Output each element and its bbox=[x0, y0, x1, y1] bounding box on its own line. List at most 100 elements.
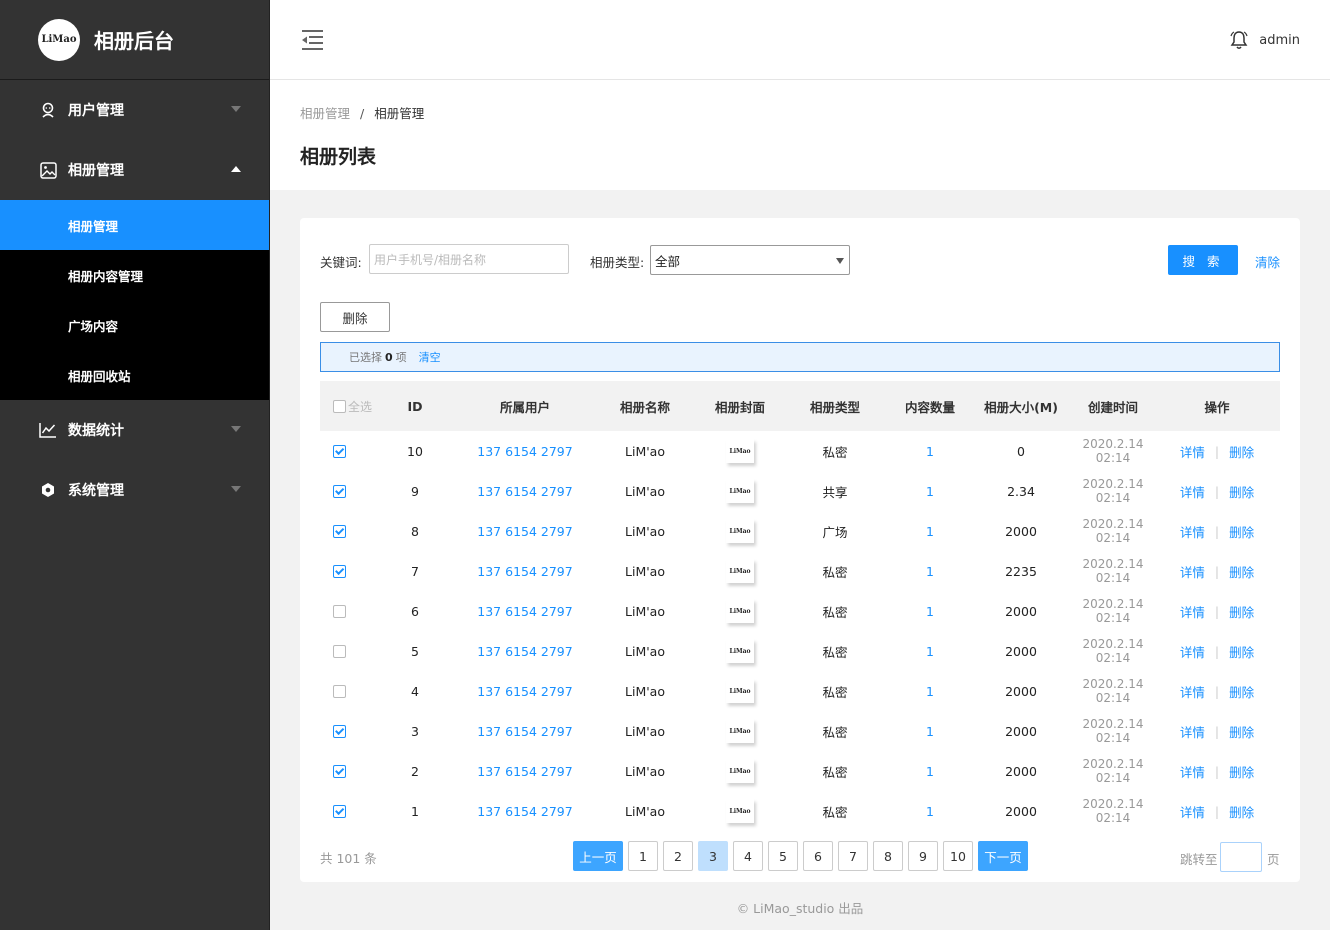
row-select-cell[interactable] bbox=[320, 444, 380, 458]
cell-user-link[interactable]: 137 6154 2797 bbox=[450, 564, 600, 579]
album-type-select[interactable]: 全部 bbox=[650, 245, 850, 275]
page-button[interactable]: 2 bbox=[663, 841, 693, 871]
page-button[interactable]: 6 bbox=[803, 841, 833, 871]
row-select-cell[interactable] bbox=[320, 484, 380, 498]
menu-item-system[interactable]: 系统管理 bbox=[0, 460, 269, 520]
delete-link[interactable]: 删除 bbox=[1229, 762, 1254, 781]
clear-selection-link[interactable]: 清空 bbox=[419, 349, 441, 365]
detail-link[interactable]: 详情 bbox=[1180, 642, 1205, 661]
batch-delete-button[interactable]: 删除 bbox=[320, 302, 390, 332]
row-select-cell[interactable] bbox=[320, 684, 380, 698]
row-checkbox-checked[interactable] bbox=[333, 484, 346, 498]
detail-link[interactable]: 详情 bbox=[1180, 682, 1205, 701]
clear-filters-link[interactable]: 清除 bbox=[1255, 252, 1280, 271]
delete-link[interactable]: 删除 bbox=[1229, 802, 1254, 821]
cell-content-count-link[interactable]: 1 bbox=[880, 444, 980, 459]
menu-collapse-icon[interactable] bbox=[302, 30, 324, 54]
cell-user-link[interactable]: 137 6154 2797 bbox=[450, 644, 600, 659]
cell-user-link[interactable]: 137 6154 2797 bbox=[450, 604, 600, 619]
cell-content-count-link[interactable]: 1 bbox=[880, 644, 980, 659]
album-cover-thumbnail[interactable]: LiMao bbox=[726, 599, 754, 623]
delete-link[interactable]: 删除 bbox=[1229, 722, 1254, 741]
detail-link[interactable]: 详情 bbox=[1180, 442, 1205, 461]
page-button[interactable]: 10 bbox=[943, 841, 973, 871]
menu-item-users[interactable]: 用户管理 bbox=[0, 80, 269, 140]
album-cover-thumbnail[interactable]: LiMao bbox=[726, 479, 754, 503]
delete-link[interactable]: 删除 bbox=[1229, 442, 1254, 461]
album-cover-thumbnail[interactable]: LiMao bbox=[726, 759, 754, 783]
row-checkbox-checked[interactable] bbox=[333, 724, 346, 738]
page-button[interactable]: 8 bbox=[873, 841, 903, 871]
detail-link[interactable]: 详情 bbox=[1180, 602, 1205, 621]
row-select-cell[interactable] bbox=[320, 644, 380, 658]
page-button[interactable]: 5 bbox=[768, 841, 798, 871]
album-cover-thumbnail[interactable]: LiMao bbox=[726, 639, 754, 663]
row-checkbox-checked[interactable] bbox=[333, 524, 346, 538]
cell-content-count-link[interactable]: 1 bbox=[880, 564, 980, 579]
keyword-input[interactable]: 用户手机号/相册名称 bbox=[369, 244, 569, 274]
row-select-cell[interactable] bbox=[320, 764, 380, 778]
delete-link[interactable]: 删除 bbox=[1229, 642, 1254, 661]
detail-link[interactable]: 详情 bbox=[1180, 562, 1205, 581]
breadcrumb-parent[interactable]: 相册管理 bbox=[300, 106, 350, 121]
user-name[interactable]: admin bbox=[1259, 33, 1300, 48]
cell-user-link[interactable]: 137 6154 2797 bbox=[450, 724, 600, 739]
row-checkbox[interactable] bbox=[333, 644, 346, 658]
delete-link[interactable]: 删除 bbox=[1229, 522, 1254, 541]
cell-user-link[interactable]: 137 6154 2797 bbox=[450, 764, 600, 779]
row-checkbox-checked[interactable] bbox=[333, 564, 346, 578]
cell-user-link[interactable]: 137 6154 2797 bbox=[450, 484, 600, 499]
page-button-current[interactable]: 3 bbox=[698, 841, 728, 871]
cell-content-count-link[interactable]: 1 bbox=[880, 604, 980, 619]
row-select-cell[interactable] bbox=[320, 804, 380, 818]
submenu-item-square[interactable]: 广场内容 bbox=[0, 300, 269, 350]
delete-link[interactable]: 删除 bbox=[1229, 562, 1254, 581]
row-checkbox[interactable] bbox=[333, 604, 346, 618]
page-button[interactable]: 4 bbox=[733, 841, 763, 871]
detail-link[interactable]: 详情 bbox=[1180, 482, 1205, 501]
detail-link[interactable]: 详情 bbox=[1180, 762, 1205, 781]
page-button[interactable]: 9 bbox=[908, 841, 938, 871]
row-select-cell[interactable] bbox=[320, 604, 380, 618]
album-cover-thumbnail[interactable]: LiMao bbox=[726, 519, 754, 543]
page-button[interactable]: 7 bbox=[838, 841, 868, 871]
row-select-cell[interactable] bbox=[320, 564, 380, 578]
select-all-checkbox[interactable] bbox=[333, 399, 346, 413]
row-checkbox-checked[interactable] bbox=[333, 804, 346, 818]
delete-link[interactable]: 删除 bbox=[1229, 682, 1254, 701]
album-cover-thumbnail[interactable]: LiMao bbox=[726, 679, 754, 703]
menu-item-statistics[interactable]: 数据统计 bbox=[0, 400, 269, 460]
prev-page-button[interactable]: 上一页 bbox=[573, 841, 623, 871]
cell-content-count-link[interactable]: 1 bbox=[880, 684, 980, 699]
cell-user-link[interactable]: 137 6154 2797 bbox=[450, 524, 600, 539]
row-checkbox-checked[interactable] bbox=[333, 444, 346, 458]
album-cover-thumbnail[interactable]: LiMao bbox=[726, 439, 754, 463]
cell-content-count-link[interactable]: 1 bbox=[880, 804, 980, 819]
search-button[interactable]: 搜 索 bbox=[1168, 245, 1238, 275]
cell-user-link[interactable]: 137 6154 2797 bbox=[450, 804, 600, 819]
jump-page-input[interactable] bbox=[1220, 842, 1262, 872]
album-cover-thumbnail[interactable]: LiMao bbox=[726, 559, 754, 583]
submenu-item-album-content[interactable]: 相册内容管理 bbox=[0, 250, 269, 300]
next-page-button[interactable]: 下一页 bbox=[978, 841, 1028, 871]
select-all-cell[interactable]: 全选 bbox=[320, 398, 380, 415]
page-button[interactable]: 1 bbox=[628, 841, 658, 871]
cell-user-link[interactable]: 137 6154 2797 bbox=[450, 444, 600, 459]
detail-link[interactable]: 详情 bbox=[1180, 802, 1205, 821]
cell-content-count-link[interactable]: 1 bbox=[880, 484, 980, 499]
row-select-cell[interactable] bbox=[320, 724, 380, 738]
detail-link[interactable]: 详情 bbox=[1180, 722, 1205, 741]
detail-link[interactable]: 详情 bbox=[1180, 522, 1205, 541]
row-checkbox[interactable] bbox=[333, 684, 346, 698]
row-select-cell[interactable] bbox=[320, 524, 380, 538]
menu-item-albums[interactable]: 相册管理 bbox=[0, 140, 269, 200]
submenu-item-album-manage[interactable]: 相册管理 bbox=[0, 200, 269, 250]
delete-link[interactable]: 删除 bbox=[1229, 602, 1254, 621]
album-cover-thumbnail[interactable]: LiMao bbox=[726, 799, 754, 823]
cell-content-count-link[interactable]: 1 bbox=[880, 764, 980, 779]
cell-content-count-link[interactable]: 1 bbox=[880, 724, 980, 739]
cell-user-link[interactable]: 137 6154 2797 bbox=[450, 684, 600, 699]
album-cover-thumbnail[interactable]: LiMao bbox=[726, 719, 754, 743]
delete-link[interactable]: 删除 bbox=[1229, 482, 1254, 501]
row-checkbox-checked[interactable] bbox=[333, 764, 346, 778]
